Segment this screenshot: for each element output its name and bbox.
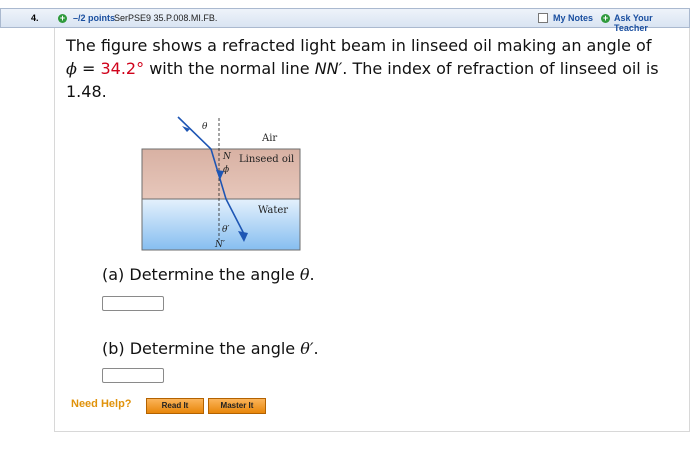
refraction-figure: θ Air N Linseed oil ϕ Water θ′ N′	[141, 116, 301, 251]
part-b-answer-input[interactable]	[102, 368, 164, 383]
part-a-symbol: θ	[299, 265, 310, 284]
phi-symbol: ϕ	[66, 59, 77, 78]
my-notes-checkbox[interactable]	[538, 13, 548, 23]
angle-value: 34.2°	[100, 59, 145, 78]
expand-plus-icon[interactable]: +	[58, 14, 67, 23]
normal-line-label: NN′	[314, 59, 343, 78]
question-header: 4. + –/2 points SerPSE9 35.P.008.MI.FB. …	[0, 8, 690, 33]
question-text-part: The figure shows a refracted light beam …	[66, 36, 652, 55]
question-text-part: =	[76, 59, 101, 78]
part-a-answer-input[interactable]	[102, 296, 164, 311]
part-b-suffix: .	[313, 339, 319, 358]
theta-prime-label: θ′	[222, 225, 229, 235]
part-b-text: (b) Determine the angle	[102, 339, 301, 358]
phi-label: ϕ	[223, 165, 229, 175]
question-text-part: with the normal line	[144, 59, 315, 78]
water-label: Water	[258, 205, 288, 216]
part-a-suffix: .	[309, 265, 315, 284]
air-label: Air	[261, 133, 277, 144]
linseed-oil-label: Linseed oil	[239, 154, 294, 165]
part-b-symbol: θ′	[300, 339, 314, 358]
problem-reference: SerPSE9 35.P.008.MI.FB.	[114, 13, 218, 23]
master-it-button[interactable]: Master It	[208, 398, 266, 414]
my-notes-link[interactable]: My Notes	[553, 13, 593, 23]
need-help-label: Need Help?	[71, 398, 132, 410]
part-b-label: (b) Determine the angle θ′.	[102, 339, 319, 358]
part-a-text: (a) Determine the angle	[102, 265, 300, 284]
ask-teacher-plus-icon[interactable]: +	[601, 14, 610, 23]
normal-n-label: N	[222, 152, 232, 162]
question-number: 4.	[31, 13, 39, 23]
normal-n-prime-label: N′	[214, 240, 225, 250]
theta-label: θ	[202, 122, 208, 132]
part-a-label: (a) Determine the angle θ.	[102, 265, 315, 284]
read-it-button[interactable]: Read It	[146, 398, 204, 414]
question-text: The figure shows a refracted light beam …	[66, 34, 666, 103]
points-label: –/2 points	[73, 13, 116, 23]
